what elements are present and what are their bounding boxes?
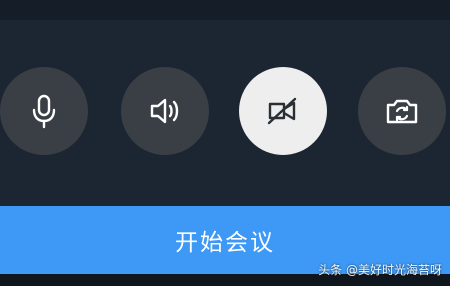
microphone-icon [32,94,56,129]
top-strip [0,0,450,20]
microphone-button[interactable] [0,67,88,155]
switch-camera-button[interactable] [358,67,446,155]
speaker-icon [150,98,179,124]
camera-off-icon [267,97,297,125]
camera-toggle-button[interactable] [239,67,327,155]
camera-switch-icon [386,99,418,124]
watermark: 头条 @美好时光海苔呀 [318,263,442,277]
speaker-button[interactable] [121,67,209,155]
start-meeting-label: 开始会议 [175,230,275,256]
